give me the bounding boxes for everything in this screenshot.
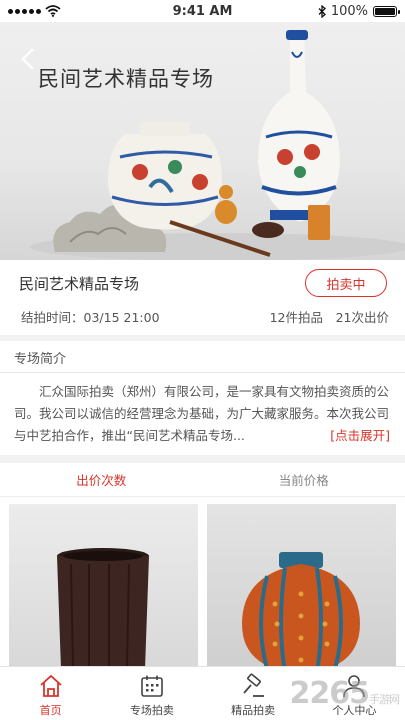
divider [0, 372, 405, 373]
bid-count: 21次出价 [335, 310, 389, 325]
lot-card[interactable] [9, 504, 198, 669]
porcelain-still-life [30, 30, 405, 260]
back-button[interactable] [16, 44, 40, 74]
banner-image: 民间艺术精品专场 [0, 22, 405, 260]
sort-tab-bid-count[interactable]: 出价次数 [0, 463, 203, 496]
gavel-icon [243, 673, 265, 697]
session-info: 民间艺术精品专场 拍卖中 结拍时间：03/15 21:00 12件拍品 21次出… [0, 260, 405, 335]
tab-profile[interactable]: 个人中心 [304, 667, 405, 720]
status-time: 9:41 AM [172, 3, 233, 19]
tab-home[interactable]: 首页 [0, 667, 101, 720]
tab-special-auction[interactable]: 专场拍卖 [101, 667, 202, 720]
session-intro: 专场简介 汇众国际拍卖（郑州）有限公司，是一家具有文物拍卖资质的公司。我公司以诚… [0, 341, 405, 455]
expand-link[interactable]: [点击展开] [330, 425, 390, 444]
bottom-tab-bar: 首页 专场拍卖 精品拍卖 个人中心 [0, 666, 405, 720]
lot-grid [0, 497, 405, 669]
bluetooth-icon [318, 4, 326, 18]
sort-tab-current-price[interactable]: 当前价格 [203, 463, 405, 496]
tab-fine-auction[interactable]: 精品拍卖 [203, 667, 304, 720]
status-badge[interactable]: 拍卖中 [305, 269, 387, 297]
signal-indicator [8, 5, 61, 17]
end-time: 结拍时间：03/15 21:00 [21, 310, 160, 325]
battery-percent: 100% [330, 3, 368, 19]
banner-title: 民间艺术精品专场 [38, 67, 214, 91]
chevron-left-icon [21, 48, 34, 70]
wifi-icon [45, 5, 61, 17]
signal-dots-icon [8, 8, 41, 14]
home-icon [40, 674, 62, 697]
brush-pot-image [57, 548, 149, 669]
battery-icon [373, 5, 400, 17]
lot-count: 12件拍品 [269, 310, 323, 325]
session-title: 民间艺术精品专场 [19, 275, 140, 293]
person-icon [343, 675, 366, 698]
sort-bar: 出价次数 当前价格 [0, 463, 405, 497]
intro-heading: 专场简介 [14, 352, 67, 367]
tab-label: 专场拍卖 [129, 704, 174, 717]
tab-label: 个人中心 [332, 704, 377, 717]
tab-label: 首页 [39, 704, 62, 717]
calendar-icon [141, 675, 163, 697]
status-bar: 9:41 AM 100% [0, 0, 405, 22]
melon-jar-image [242, 552, 360, 669]
lot-card[interactable] [207, 504, 396, 669]
tab-label: 精品拍卖 [231, 704, 276, 717]
